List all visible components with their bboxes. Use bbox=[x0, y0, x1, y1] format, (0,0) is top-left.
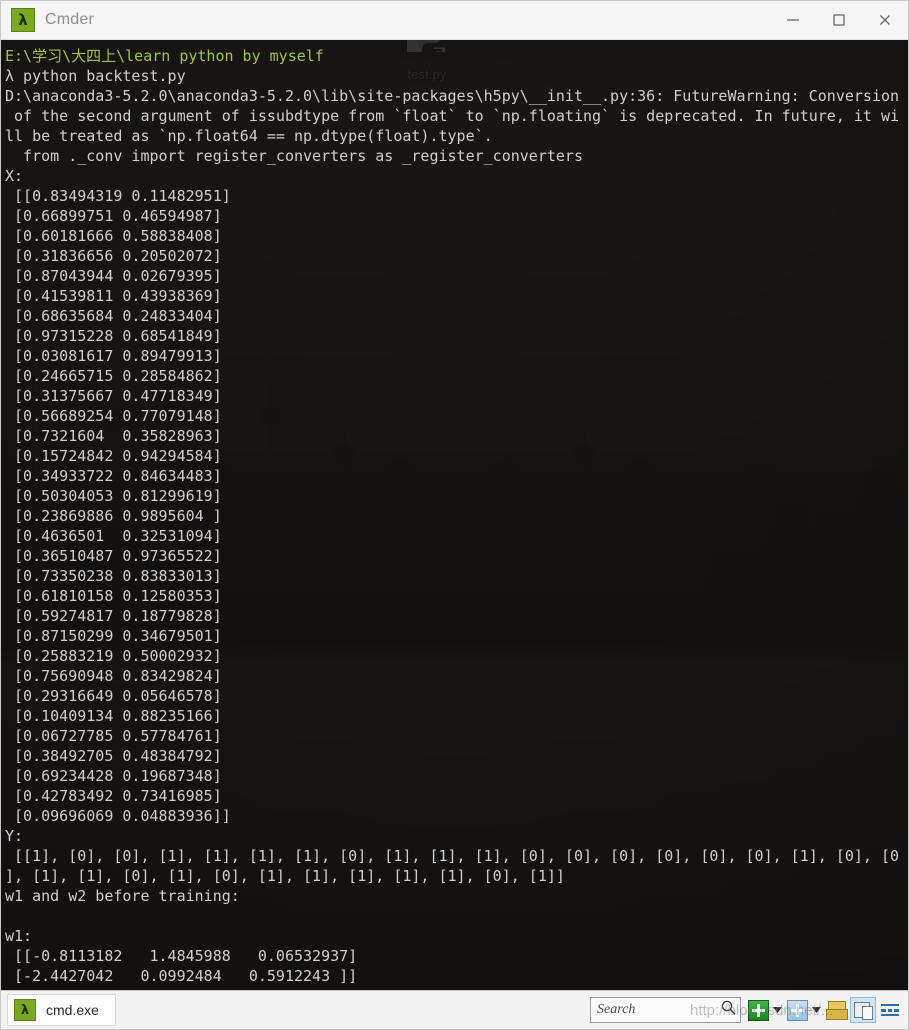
grid-icon bbox=[881, 1003, 899, 1017]
terminal-line: [0.41539811 0.43938369] bbox=[5, 287, 222, 305]
search-placeholder: Search bbox=[597, 1002, 636, 1017]
terminal-line: [0.97315228 0.68541849] bbox=[5, 327, 222, 345]
chevron-down-icon bbox=[773, 1007, 782, 1013]
close-icon[interactable] bbox=[862, 2, 908, 39]
terminal-line: [0.34933722 0.84634483] bbox=[5, 467, 222, 485]
terminal-line: of the second argument of issubdtype fro… bbox=[5, 107, 900, 125]
terminal-line: [0.7321604 0.35828963] bbox=[5, 427, 222, 445]
terminal-line: [0.56689254 0.77079148] bbox=[5, 407, 222, 425]
terminal-line: w1: bbox=[5, 927, 33, 945]
terminal-line: [0.75690948 0.83429824] bbox=[5, 667, 222, 685]
terminal-line: [0.15724842 0.94294584] bbox=[5, 447, 222, 465]
terminal-line: [0.60181666 0.58838408] bbox=[5, 227, 222, 245]
lambda-icon: λ bbox=[14, 999, 36, 1021]
terminal-line: [0.4636501 0.32531094] bbox=[5, 527, 222, 545]
terminal-line: [0.36510487 0.97365522] bbox=[5, 547, 222, 565]
terminal-line: [0.24665715 0.28584862] bbox=[5, 367, 222, 385]
window-title: Cmder bbox=[45, 11, 95, 28]
terminal-line: [[-0.8113182 1.4845988 0.06532937] bbox=[5, 947, 358, 965]
terminal-line: [0.68635684 0.24833404] bbox=[5, 307, 222, 325]
console-tab-cmd-exe[interactable]: λ cmd.exe bbox=[7, 994, 116, 1026]
console-tab-label: cmd.exe bbox=[46, 1002, 99, 1018]
terminal-line: [[1], [0], [0], [1], [1], [1], [1], [0],… bbox=[5, 847, 900, 865]
terminal-line: [0.06727785 0.57784761] bbox=[5, 727, 222, 745]
terminal-line: ], [1], [1], [0], [1], [0], [1], [1], [1… bbox=[5, 867, 565, 885]
blue-plus-icon bbox=[786, 999, 808, 1021]
search-input[interactable]: Search bbox=[590, 997, 741, 1023]
green-plus-icon bbox=[747, 999, 769, 1021]
window-titlebar[interactable]: λ Cmder bbox=[1, 1, 908, 40]
screen: test.py λ Cmder E:\学习\大四上\learn python b… bbox=[0, 0, 909, 1030]
terminal-line: E:\学习\大四上\learn python by myself bbox=[5, 47, 324, 65]
new-console-button[interactable] bbox=[746, 998, 770, 1022]
terminal-line: [0.38492705 0.48384792] bbox=[5, 747, 222, 765]
minimize-icon[interactable] bbox=[770, 2, 816, 39]
terminal-line: ll be treated as `np.float64 == np.dtype… bbox=[5, 127, 493, 145]
terminal-viewport[interactable]: E:\学习\大四上\learn python by myself λ python… bbox=[1, 40, 908, 990]
maximize-icon[interactable] bbox=[816, 2, 862, 39]
terminal-line: [-2.4427042 0.0992484 0.5912243 ]] bbox=[5, 967, 358, 985]
window-layout-button[interactable] bbox=[850, 997, 876, 1023]
new-console-dropdown[interactable] bbox=[771, 998, 784, 1022]
terminal-line: [0.31836656 0.20502072] bbox=[5, 247, 222, 265]
terminal-line: [0.25883219 0.50002932] bbox=[5, 647, 222, 665]
terminal-line: D:\anaconda3-5.2.0\anaconda3-5.2.0\lib\s… bbox=[5, 87, 900, 105]
terminal-line: [0.31375667 0.47718349] bbox=[5, 387, 222, 405]
lambda-icon: λ bbox=[11, 8, 35, 32]
window-panes-icon bbox=[854, 1001, 873, 1020]
terminal-line: [0.50304053 0.81299619] bbox=[5, 487, 222, 505]
terminal-line: [0.29316649 0.05646578] bbox=[5, 687, 222, 705]
terminal-line: [0.66899751 0.46594987] bbox=[5, 207, 222, 225]
terminal-line: [0.42783492 0.73416985] bbox=[5, 787, 222, 805]
terminal-line: [0.10409134 0.88235166] bbox=[5, 707, 222, 725]
cmder-statusbar: λ cmd.exe Search bbox=[1, 990, 908, 1029]
terminal-line: X: bbox=[5, 167, 24, 185]
terminal-line: w1 and w2 before training: bbox=[5, 887, 240, 905]
terminal-line: [0.23869886 0.9895604 ] bbox=[5, 507, 222, 525]
terminal-line: [0.03081617 0.89479913] bbox=[5, 347, 222, 365]
terminal-line: from ._conv import register_converters a… bbox=[5, 147, 583, 165]
terminal-line: [0.87043944 0.02679395] bbox=[5, 267, 222, 285]
terminal-line: [0.59274817 0.18779828] bbox=[5, 607, 222, 625]
terminal-line: [0.09696069 0.04883936]] bbox=[5, 807, 231, 825]
terminal-line: λ python backtest.py bbox=[5, 67, 186, 85]
terminal-line: [0.73350238 0.83833013] bbox=[5, 567, 222, 585]
terminal-line: [0.69234428 0.19687348] bbox=[5, 767, 222, 785]
new-tab-dropdown[interactable] bbox=[810, 998, 823, 1022]
toolbar-group-button[interactable] bbox=[824, 998, 848, 1022]
chevron-down-icon bbox=[812, 1007, 821, 1013]
cmder-window: λ Cmder E:\学习\大四上\learn python by myself… bbox=[0, 0, 909, 1030]
terminal-line: [[0.83494319 0.11482951] bbox=[5, 187, 231, 205]
magnifier-icon[interactable] bbox=[720, 999, 737, 1021]
gold-stack-icon bbox=[826, 1001, 848, 1020]
terminal-line: [0.87150299 0.34679501] bbox=[5, 627, 222, 645]
terminal-line: [0.61810158 0.12580353] bbox=[5, 587, 222, 605]
terminal-line: Y: bbox=[5, 827, 24, 845]
new-tab-button[interactable] bbox=[785, 998, 809, 1022]
status-grid-button[interactable] bbox=[878, 998, 902, 1022]
terminal-output: E:\学习\大四上\learn python by myself λ python… bbox=[1, 40, 908, 986]
